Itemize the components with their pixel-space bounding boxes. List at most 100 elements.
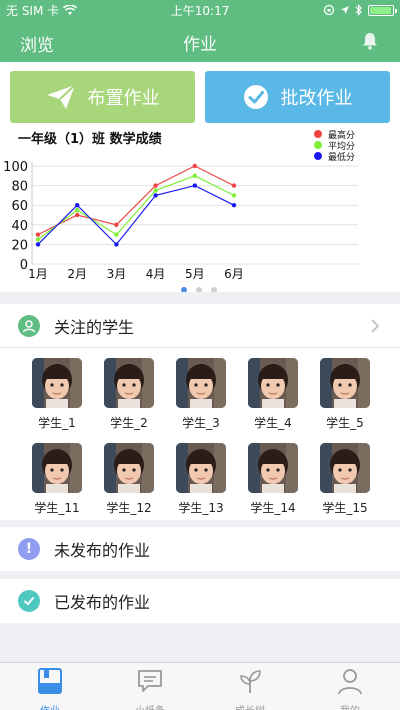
- tab-growth-tree[interactable]: 成长树: [200, 663, 300, 710]
- data-point: [75, 207, 80, 213]
- bell-icon[interactable]: [360, 31, 380, 51]
- wifi-icon: [63, 4, 78, 15]
- orientation-lock-icon: [323, 4, 335, 16]
- student-card[interactable]: 学生_5: [315, 358, 375, 431]
- data-point: [75, 203, 80, 208]
- x-tick-label: 4月: [146, 267, 166, 281]
- grade-homework-label: 批改作业: [280, 88, 353, 109]
- student-name: 学生_13: [178, 501, 224, 515]
- student-card[interactable]: 学生_12: [99, 443, 159, 516]
- student-avatar: [320, 358, 370, 408]
- student-avatar: [248, 358, 298, 408]
- y-tick-label: 100: [3, 160, 28, 175]
- profile-icon: [338, 669, 362, 695]
- followed-students-header[interactable]: 关注的学生: [0, 304, 400, 348]
- exclamation-icon: !: [18, 538, 40, 560]
- student-card[interactable]: 学生_14: [243, 443, 303, 516]
- data-point: [35, 232, 41, 237]
- y-tick-label: 60: [11, 199, 28, 214]
- student-avatar: [248, 443, 298, 493]
- series-line-2: [37, 184, 235, 246]
- scores-line-chart: 一年级（1）班 数学成绩 0 20 40 60 80 100 1月 2月 3月 4月 5月 6月 最高分…: [3, 130, 358, 292]
- legend-swatch: [314, 152, 322, 160]
- student-avatar: [176, 443, 226, 493]
- data-point: [231, 183, 237, 188]
- assign-homework-label: 布置作业: [87, 88, 160, 109]
- student-card[interactable]: 学生_13: [171, 443, 231, 516]
- page-dot: [211, 287, 217, 292]
- scores-chart-card[interactable]: 一年级（1）班 数学成绩 0 20 40 60 80 100 1月 2月 3月 4月 5月 6月 最高分…: [0, 130, 400, 292]
- action-bar: 布置作业 批改作业: [0, 62, 400, 130]
- data-point: [192, 163, 197, 169]
- student-name: 学生_3: [182, 416, 220, 430]
- grade-homework-button[interactable]: 批改作业: [205, 71, 390, 123]
- student-card[interactable]: 学生_15: [315, 443, 375, 516]
- y-tick-label: 0: [20, 258, 28, 273]
- y-tick-label: 40: [11, 219, 28, 234]
- followed-students-section: 关注的学生 学生_1 学生_2 学生_3 学生_4 学生_5 学生_11 学生_12 学生_1…: [0, 304, 400, 520]
- student-avatar: [32, 443, 82, 493]
- data-point: [75, 212, 80, 218]
- y-tick-label: 20: [11, 238, 28, 253]
- student-card[interactable]: 学生_3: [171, 358, 231, 431]
- student-name: 学生_4: [254, 416, 292, 430]
- student-name: 学生_2: [110, 416, 148, 430]
- data-point: [35, 242, 41, 247]
- student-card[interactable]: 学生_11: [27, 443, 87, 516]
- chart-title: 一年级（1）班 数学成绩: [18, 131, 162, 147]
- data-point: [192, 183, 197, 188]
- carrier-label: 无 SIM 卡: [6, 3, 60, 18]
- data-point: [35, 237, 41, 242]
- student-name: 学生_14: [250, 501, 296, 515]
- data-point: [153, 188, 158, 193]
- status-bar: 无 SIM 卡 上午10:17: [0, 0, 400, 20]
- published-homework-label: 已发布的作业: [54, 593, 151, 612]
- student-name: 学生_15: [322, 501, 368, 515]
- student-avatar: [176, 358, 226, 408]
- legend-label: 平均分: [328, 140, 355, 152]
- data-point: [153, 193, 158, 198]
- student-name: 学生_11: [34, 501, 80, 515]
- x-tick-label: 6月: [224, 267, 244, 281]
- tab-homework[interactable]: 作业: [0, 663, 100, 710]
- check-badge-icon: [243, 85, 268, 109]
- followed-students-title: 关注的学生: [54, 317, 135, 337]
- sprout-icon: [240, 670, 261, 693]
- tab-notes[interactable]: 小纸条: [100, 663, 200, 710]
- legend-swatch: [314, 141, 322, 149]
- student-card[interactable]: 学生_4: [243, 358, 303, 431]
- homework-icon: [38, 668, 62, 694]
- legend-swatch: [314, 130, 322, 138]
- student-avatar: [104, 443, 154, 493]
- student-icon: [18, 314, 40, 337]
- students-grid: 学生_1 学生_2 学生_3 学生_4 学生_5 学生_11 学生_12 学生_13 学生_14…: [0, 348, 400, 520]
- unpublished-homework-label: 未发布的作业: [54, 541, 151, 560]
- bluetooth-icon: [355, 4, 362, 16]
- unpublished-homework-row[interactable]: ! 未发布的作业: [0, 527, 400, 571]
- student-name: 学生_5: [326, 416, 364, 430]
- x-tick-label: 5月: [185, 267, 205, 281]
- data-point: [153, 183, 158, 188]
- page-title: 作业: [183, 35, 217, 55]
- paper-plane-icon: [46, 84, 76, 109]
- student-card[interactable]: 学生_2: [99, 358, 159, 431]
- assign-homework-button[interactable]: 布置作业: [10, 71, 195, 123]
- tab-bar: 作业 小纸条 成长树 我的: [0, 662, 400, 710]
- chat-icon: [138, 670, 162, 692]
- x-tick-label: 3月: [107, 267, 127, 281]
- student-name: 学生_12: [106, 501, 152, 515]
- battery-icon: [367, 4, 397, 16]
- page-dot: [181, 287, 187, 292]
- status-time: 上午10:17: [170, 3, 230, 18]
- student-card[interactable]: 学生_1: [27, 358, 87, 431]
- data-point: [192, 173, 197, 178]
- published-homework-row[interactable]: 已发布的作业: [0, 579, 400, 623]
- check-circle-icon: [18, 590, 40, 612]
- y-tick-label: 80: [11, 180, 28, 195]
- page-dot: [196, 287, 202, 292]
- data-point: [114, 222, 119, 227]
- tab-profile[interactable]: 我的: [300, 663, 400, 710]
- tab-growth-tree-label: 成长树: [200, 702, 300, 710]
- tab-notes-label: 小纸条: [100, 702, 200, 710]
- data-point: [231, 193, 237, 198]
